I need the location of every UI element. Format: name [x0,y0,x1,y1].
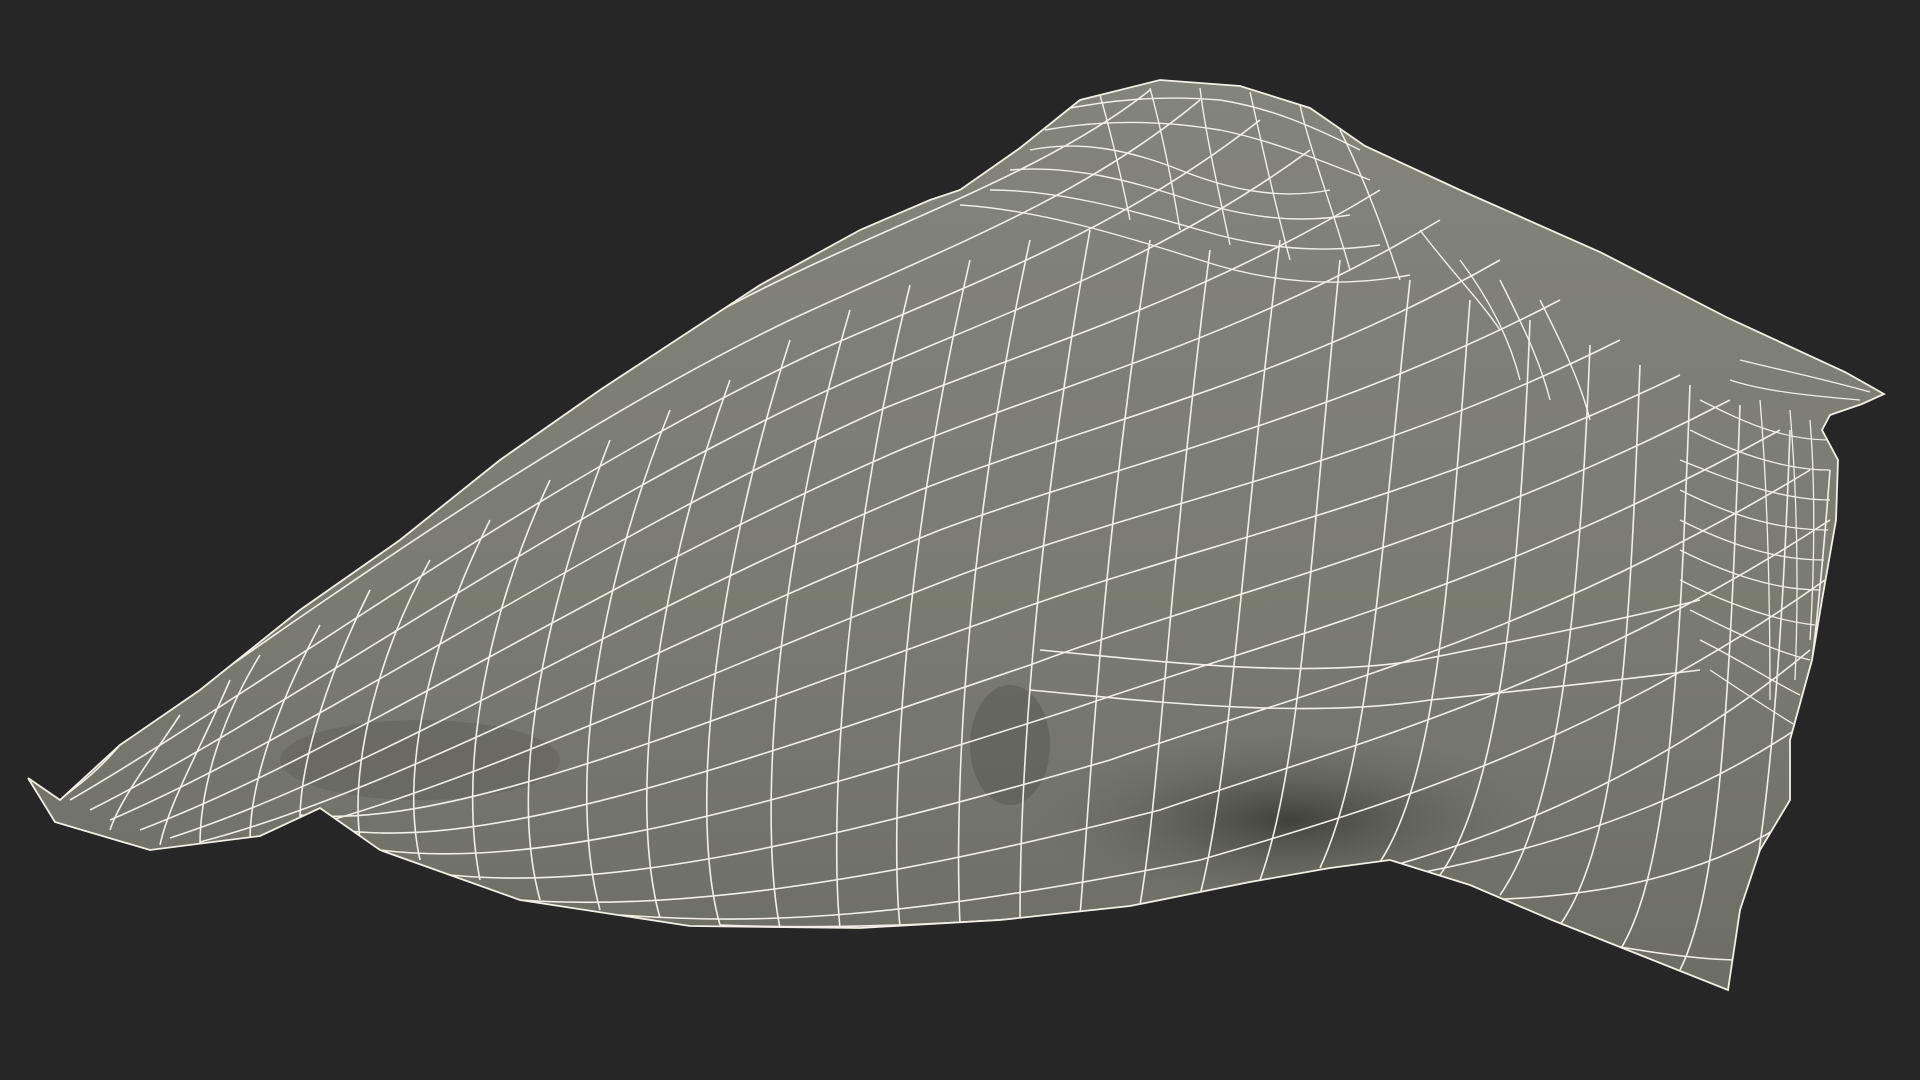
render-viewport [0,0,1920,1080]
cloth-mesh-surface [28,80,1884,990]
wireframe-mesh-render [27,79,1886,992]
fold-crease-shadow [970,685,1050,805]
fold-cavity-shadow [1030,730,1550,910]
